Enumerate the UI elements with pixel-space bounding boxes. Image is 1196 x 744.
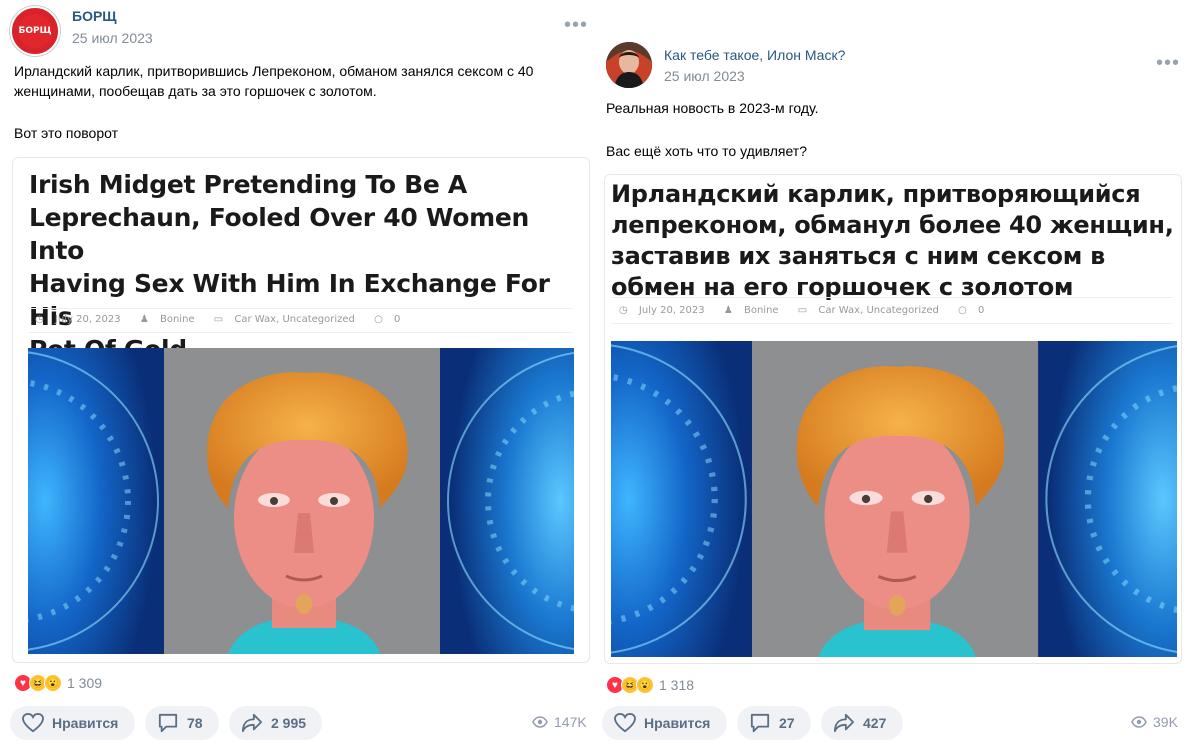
eye-icon bbox=[532, 716, 548, 728]
comment-icon bbox=[750, 713, 770, 733]
article-headline: Irish Midget Pretending To Be A Leprecha… bbox=[29, 168, 581, 366]
author-avatar[interactable]: БОРЩ bbox=[10, 6, 60, 56]
divider bbox=[29, 308, 573, 309]
article-meta: ◷ July 20, 2023 ♟ Bonine ▭ Car Wax, Unca… bbox=[619, 305, 1000, 316]
share-arrow-icon bbox=[834, 713, 854, 733]
comments-count: 78 bbox=[187, 715, 203, 731]
post-date[interactable]: 25 июл 2023 bbox=[664, 68, 745, 84]
meta-category: ▭ Car Wax, Uncategorized bbox=[213, 314, 355, 325]
divider bbox=[611, 323, 1173, 324]
divider bbox=[29, 332, 573, 333]
post-text-line: Вот это поворот bbox=[14, 125, 118, 141]
folder-icon: ▭ bbox=[797, 305, 808, 316]
headline-line: Leprechaun, Fooled Over 40 Women Into bbox=[29, 203, 529, 265]
heart-icon bbox=[22, 713, 44, 733]
comments-count: 27 bbox=[779, 715, 795, 731]
views-count: 147K bbox=[554, 714, 587, 730]
post-text-line: Вас ещё хоть что то удивляет? bbox=[606, 143, 807, 159]
comment-icon: ○ bbox=[374, 314, 383, 325]
comment-icon bbox=[158, 713, 178, 733]
meta-category: ▭ Car Wax, Uncategorized bbox=[797, 305, 939, 316]
share-arrow-icon bbox=[242, 713, 263, 733]
views-counter: 147K bbox=[532, 714, 587, 730]
like-button[interactable]: Нравится bbox=[602, 706, 727, 740]
comments-button[interactable]: 78 bbox=[145, 706, 219, 740]
like-button[interactable]: Нравится bbox=[10, 706, 135, 740]
wow-reaction-icon: 😮 bbox=[636, 676, 654, 694]
meta-comments: ○ 0 bbox=[374, 314, 401, 325]
more-options-icon[interactable]: ••• bbox=[564, 15, 588, 35]
post-elon: Как тебе такое, Илон Маск? 25 июл 2023 •… bbox=[596, 0, 1196, 744]
headline-line: лепреконом, обманул более 40 женщин, bbox=[611, 211, 1174, 239]
clock-icon: ◷ bbox=[35, 314, 44, 325]
author-photo bbox=[606, 42, 652, 88]
mugshot-image bbox=[28, 348, 574, 654]
heart-icon bbox=[614, 713, 636, 733]
article-headline: Ирландский карлик, притворяющийся лепрек… bbox=[611, 179, 1177, 303]
like-label: Нравится bbox=[52, 715, 119, 731]
user-icon: ♟ bbox=[723, 305, 733, 316]
avatar-logo-text: БОРЩ bbox=[18, 26, 52, 36]
reactions-count: 1 309 bbox=[67, 675, 103, 691]
comment-icon: ○ bbox=[958, 305, 967, 316]
meta-author: ♟ Bonine bbox=[139, 314, 195, 325]
reactions-count: 1 318 bbox=[659, 677, 695, 693]
post-text-line: Ирландский карлик, притворившись Лепреко… bbox=[14, 63, 534, 79]
article-photo[interactable] bbox=[28, 348, 574, 654]
meta-comments: ○ 0 bbox=[958, 305, 985, 316]
article-card[interactable]: Ирландский карлик, притворяющийся лепрек… bbox=[604, 174, 1182, 664]
more-options-icon[interactable]: ••• bbox=[1156, 53, 1180, 73]
headline-line: Irish Midget Pretending To Be A bbox=[29, 170, 467, 199]
shares-count: 427 bbox=[863, 715, 887, 731]
post-text-line: женщинами, пообещав дать за это горшочек… bbox=[14, 83, 377, 99]
reactions-summary[interactable]: ♥ 😆 😮 1 309 bbox=[14, 674, 102, 692]
article-card[interactable]: Irish Midget Pretending To Be A Leprecha… bbox=[12, 157, 590, 663]
meta-date: ◷ July 20, 2023 bbox=[35, 314, 121, 325]
article-meta: ◷ July 20, 2023 ♟ Bonine ▭ Car Wax, Unca… bbox=[35, 314, 416, 325]
like-label: Нравится bbox=[644, 715, 711, 731]
user-icon: ♟ bbox=[139, 314, 149, 325]
mugshot-image bbox=[611, 341, 1177, 657]
post-borsch: БОРЩ БОРЩ 25 июл 2023 ••• Ирландский кар… bbox=[0, 0, 600, 744]
headline-line: заставив их заняться с ним сексом в bbox=[611, 242, 1106, 270]
views-count: 39K bbox=[1153, 714, 1178, 730]
views-counter: 39K bbox=[1131, 714, 1178, 730]
shares-count: 2 995 bbox=[271, 715, 307, 731]
share-button[interactable]: 427 bbox=[821, 706, 903, 740]
clock-icon: ◷ bbox=[619, 305, 628, 316]
meta-date: ◷ July 20, 2023 bbox=[619, 305, 705, 316]
post-date[interactable]: 25 июл 2023 bbox=[72, 30, 153, 46]
comments-button[interactable]: 27 bbox=[737, 706, 811, 740]
author-name[interactable]: Как тебе такое, Илон Маск? bbox=[664, 47, 845, 63]
article-photo[interactable] bbox=[611, 341, 1177, 657]
divider bbox=[611, 297, 1173, 298]
headline-line: Ирландский карлик, притворяющийся bbox=[611, 180, 1141, 208]
author-avatar[interactable] bbox=[606, 42, 652, 88]
author-name[interactable]: БОРЩ bbox=[72, 8, 117, 24]
eye-icon bbox=[1131, 716, 1147, 728]
share-button[interactable]: 2 995 bbox=[229, 706, 322, 740]
meta-author: ♟ Bonine bbox=[723, 305, 779, 316]
headline-line: обмен на его горшочек с золотом bbox=[611, 273, 1074, 301]
post-text-line: Реальная новость в 2023-м году. bbox=[606, 100, 819, 116]
wow-reaction-icon: 😮 bbox=[44, 674, 62, 692]
reactions-summary[interactable]: ♥ 😆 😮 1 318 bbox=[606, 676, 694, 694]
folder-icon: ▭ bbox=[213, 314, 224, 325]
